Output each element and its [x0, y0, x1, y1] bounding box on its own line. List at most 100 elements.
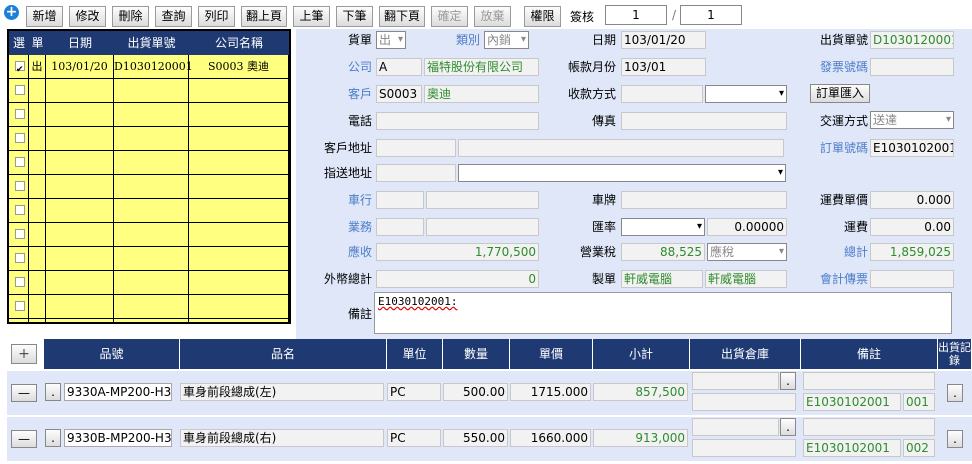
- header-part-no: 品號: [44, 339, 180, 369]
- grid-cell: [29, 223, 46, 247]
- price-field[interactable]: 1660.000: [510, 429, 591, 447]
- unit-field[interactable]: PC: [387, 429, 441, 447]
- grid-cell: [9, 271, 29, 295]
- customer-zip-field[interactable]: [376, 139, 456, 157]
- part-lookup-button[interactable]: .: [45, 383, 61, 401]
- freight-price-label: 運費單價: [819, 193, 868, 207]
- grid-cell: [29, 271, 46, 295]
- row-select-checkbox[interactable]: [15, 253, 25, 263]
- grid-cell: [189, 103, 289, 127]
- exchange-rate-field[interactable]: 0.00000: [707, 218, 787, 236]
- note-field[interactable]: [803, 372, 935, 390]
- company-code-field[interactable]: A: [376, 58, 422, 76]
- remove-row-button[interactable]: —: [11, 384, 37, 402]
- next-record-button[interactable]: 下筆: [336, 6, 373, 27]
- header-subtotal: 小計: [593, 339, 690, 369]
- phone-field[interactable]: [376, 112, 539, 130]
- plate-field[interactable]: [621, 191, 787, 209]
- prev-record-button[interactable]: 上筆: [293, 6, 330, 27]
- date-field[interactable]: 103/01/20: [621, 31, 706, 49]
- qty-field[interactable]: 500.00: [443, 383, 508, 401]
- customer-code-field[interactable]: S0003: [376, 85, 422, 103]
- row-select-checkbox[interactable]: [15, 181, 25, 191]
- warehouse-field[interactable]: [692, 372, 779, 390]
- row-select-checkbox[interactable]: [15, 85, 25, 95]
- grid-header-date: 日期: [46, 31, 114, 55]
- part-no-field[interactable]: 9330A-MP200-H3: [64, 383, 172, 401]
- row-select-checkbox[interactable]: [15, 301, 25, 311]
- date-label: 日期: [591, 33, 616, 47]
- fax-field[interactable]: [621, 112, 787, 130]
- abandon-button[interactable]: 放棄: [474, 6, 511, 27]
- part-no-field[interactable]: 9330B-MP200-H3: [64, 429, 172, 447]
- add-button[interactable]: 新增: [26, 6, 63, 27]
- transport-select[interactable]: 送達: [870, 111, 954, 129]
- table-row: —. 9330A-MP200-H3 車身前段總成(左) PC 500.00 1715.00…: [7, 371, 972, 415]
- delete-button[interactable]: 刪除: [112, 6, 149, 27]
- grid-cell: [114, 103, 189, 127]
- ship-record-button[interactable]: .: [947, 384, 963, 402]
- next-page-button[interactable]: 翻下頁: [379, 6, 425, 27]
- row-select-checkbox[interactable]: [15, 157, 25, 167]
- grid-cell: [46, 175, 114, 199]
- tax-type-select[interactable]: 應稅: [707, 243, 787, 261]
- memo-textarea[interactable]: E1030102001:: [374, 292, 952, 334]
- fax-label: 傳真: [591, 114, 616, 128]
- query-button[interactable]: 查詢: [155, 6, 192, 27]
- deliver-address-select[interactable]: [458, 164, 786, 182]
- unit-field[interactable]: PC: [387, 383, 441, 401]
- price-field[interactable]: 1715.000: [510, 383, 591, 401]
- row-select-checkbox[interactable]: [15, 277, 25, 287]
- warehouse-field[interactable]: [692, 418, 779, 436]
- qty-field[interactable]: 550.00: [443, 429, 508, 447]
- total-pages-field: 1: [680, 5, 742, 25]
- add-circle-icon[interactable]: +: [4, 5, 19, 20]
- payment-method-field[interactable]: [621, 85, 703, 103]
- grid-cell: [46, 319, 114, 322]
- row-select-checkbox[interactable]: [15, 59, 25, 82]
- invoice-no-field[interactable]: [870, 58, 954, 76]
- note-field[interactable]: [803, 418, 935, 436]
- customer-address-field[interactable]: [458, 139, 784, 157]
- order-ref-field: E1030102001: [803, 439, 901, 457]
- company-name-field: 福特股份有限公司: [424, 58, 539, 76]
- header-ship-record: 出貨記錄: [938, 339, 972, 369]
- warehouse-lookup-button[interactable]: .: [780, 372, 796, 390]
- account-month-field[interactable]: 103/01: [621, 58, 706, 76]
- category-select[interactable]: 內銷: [484, 31, 529, 49]
- part-lookup-button[interactable]: .: [45, 429, 61, 447]
- permission-button[interactable]: 權限: [524, 6, 561, 27]
- grid-cell: [189, 175, 289, 199]
- row-select-checkbox[interactable]: [15, 229, 25, 239]
- item-name-field[interactable]: 車身前段總成(右): [180, 429, 384, 447]
- item-name-field[interactable]: 車身前段總成(左): [180, 383, 384, 401]
- currency-select[interactable]: [621, 218, 705, 236]
- doc-type-select[interactable]: 出: [376, 31, 406, 49]
- ship-no-field[interactable]: D1030120001: [870, 31, 954, 49]
- grid-cell: [114, 295, 189, 319]
- freight-field[interactable]: 0.00: [870, 218, 954, 236]
- remove-row-button[interactable]: —: [11, 430, 37, 448]
- grid-cell: [46, 247, 114, 271]
- edit-button[interactable]: 修改: [69, 6, 106, 27]
- order-no-field[interactable]: E1030102001: [870, 139, 954, 157]
- row-select-checkbox[interactable]: [15, 109, 25, 119]
- payment-method-select[interactable]: [705, 85, 787, 103]
- prev-page-button[interactable]: 翻上頁: [241, 6, 287, 27]
- row-select-checkbox[interactable]: [15, 205, 25, 215]
- confirm-button[interactable]: 確定: [431, 6, 468, 27]
- grid-cell: [46, 79, 114, 103]
- order-import-button[interactable]: 訂單匯入: [810, 84, 870, 103]
- grid-cell: [29, 127, 46, 151]
- grid-cell: [9, 175, 29, 199]
- deliver-zip-field[interactable]: [376, 164, 456, 182]
- current-page-input[interactable]: 1: [605, 5, 667, 25]
- freight-price-field[interactable]: 0.000: [870, 191, 954, 209]
- ship-record-button[interactable]: .: [947, 430, 963, 448]
- print-button[interactable]: 列印: [198, 6, 235, 27]
- warehouse-lookup-button[interactable]: .: [780, 418, 796, 436]
- sales-code-field[interactable]: [376, 218, 424, 236]
- carrier-code-field[interactable]: [376, 191, 424, 209]
- add-row-button[interactable]: +: [11, 344, 37, 364]
- row-select-checkbox[interactable]: [15, 133, 25, 143]
